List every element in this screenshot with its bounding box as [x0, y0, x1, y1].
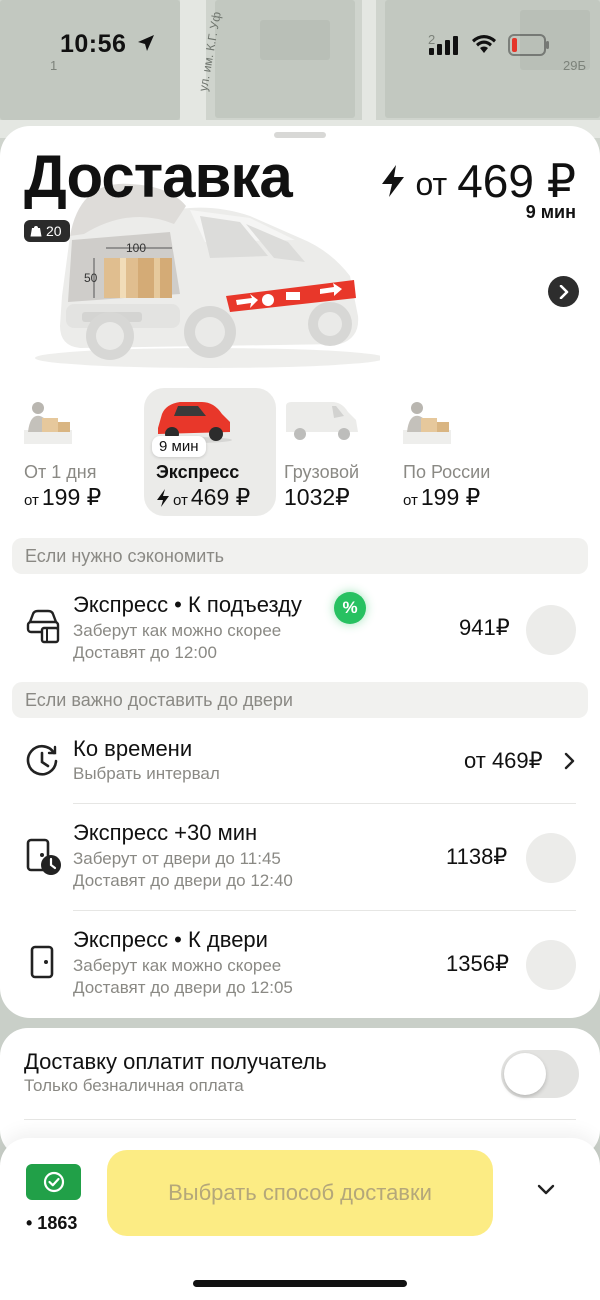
tariff-russia[interactable]: По России от 199 ₽: [391, 388, 523, 516]
option-radio[interactable]: [526, 605, 576, 655]
tariff-price: от 469 ₽: [156, 484, 250, 511]
card-number-suffix: • 1863: [26, 1213, 78, 1233]
door-icon: [30, 945, 54, 979]
option-subtitle: Доставят до 12:00: [73, 643, 217, 662]
lightning-icon: [157, 488, 169, 507]
option-title: Экспресс • К двери: [73, 927, 268, 952]
option-price: 941₽: [459, 615, 510, 640]
courier-boxes-icon: [403, 402, 451, 444]
toggle-knob: [504, 1053, 546, 1095]
wifi-icon: [472, 35, 496, 53]
weight-icon: [30, 226, 42, 237]
tariff-eta-badge: 9 мин: [152, 436, 206, 457]
option-subtitle: Заберут как можно скорее: [73, 621, 282, 640]
svg-text:50: 50: [84, 271, 98, 285]
group-header-save: Если нужно сэкономить: [12, 538, 588, 574]
cellular-signal-icon: [429, 36, 458, 55]
home-indicator: [193, 1280, 407, 1287]
status-time: 10:56: [60, 30, 127, 58]
option-subtitle: Заберут как можно скорее: [73, 956, 282, 975]
chevron-right-icon: [559, 284, 568, 299]
chevron-down-icon[interactable]: [533, 1182, 559, 1198]
tariff-price: 1032₽: [284, 484, 350, 511]
tariff-price-value: 199 ₽: [420, 484, 481, 510]
tariff-price-prefix: от: [173, 492, 188, 509]
recipient-pays-toggle[interactable]: [501, 1050, 579, 1098]
tariff-price: от 199 ₽: [403, 484, 480, 511]
tariff-price: от 199 ₽: [24, 484, 101, 511]
option-price: 1356₽: [446, 951, 509, 976]
option-subtitle: Выбрать интервал: [73, 764, 220, 783]
car-entrance-icon: [26, 609, 60, 644]
hero-next-button[interactable]: [548, 276, 579, 307]
group-header-door: Если важно доставить до двери: [12, 682, 588, 718]
lightning-icon: [382, 165, 405, 197]
option-radio[interactable]: [526, 940, 576, 990]
payment-method-button[interactable]: [26, 1164, 81, 1200]
tariff-price-value: 199 ₽: [41, 484, 102, 510]
clock-icon: [26, 744, 58, 776]
hero-price-prefix: от: [415, 166, 448, 202]
door-clock-icon: [26, 838, 61, 875]
recipient-pays-title: Доставку оплатит получатель: [24, 1049, 327, 1074]
option-express-entrance[interactable]: Экспресс • К подъезду % Заберут как можн…: [0, 582, 600, 678]
hero-price-value: 469 ₽: [457, 155, 576, 207]
option-title: Ко времени: [73, 736, 193, 761]
van-icon: [286, 402, 358, 440]
tariff-name: От 1 дня: [24, 462, 97, 482]
tariff-price-value: 469 ₽: [190, 484, 251, 510]
option-express-door[interactable]: Экспресс • К двери Заберут как можно ско…: [0, 911, 600, 1015]
tariff-name: Грузовой: [284, 462, 360, 482]
tariff-name: По России: [403, 462, 491, 482]
recipient-pays-subtitle: Только безналичная оплата: [24, 1076, 244, 1095]
tariff-price-value: 1032₽: [284, 484, 350, 510]
svg-text:100: 100: [126, 241, 146, 255]
option-title: Экспресс • К подъезду: [73, 592, 302, 617]
tariff-price-prefix: от: [24, 492, 39, 509]
status-bar: 10:56: [0, 0, 600, 90]
discount-badge: %: [334, 592, 366, 624]
select-delivery-method-button[interactable]: Выбрать способ доставки: [107, 1150, 493, 1236]
battery-low-icon: [508, 34, 549, 56]
option-price: от 469₽: [464, 748, 543, 773]
option-price: 1138₽: [446, 844, 508, 869]
option-subtitle: Доставят до двери до 12:05: [73, 978, 293, 997]
option-by-time[interactable]: Ко времени Выбрать интервал от 469₽: [0, 726, 600, 804]
option-radio[interactable]: [526, 833, 576, 883]
tariff-price-prefix: от: [403, 492, 418, 509]
hero-eta: 9 мин: [525, 202, 576, 222]
tariff-name: Экспресс: [156, 462, 240, 482]
option-title: Экспресс +30 мин: [73, 820, 258, 845]
page-title: Доставка: [24, 143, 293, 210]
tariff-express[interactable]: 9 мин Экспресс от 469 ₽: [144, 388, 276, 516]
weight-value: 20: [46, 223, 62, 239]
option-subtitle: Заберут от двери до 11:45: [73, 849, 281, 868]
tariff-cargo[interactable]: Грузовой 1032₽: [272, 388, 404, 516]
weight-badge: 20: [24, 220, 70, 242]
check-circle-icon: [43, 1171, 64, 1193]
card-divider: [24, 1119, 576, 1120]
option-subtitle: Доставят до двери до 12:40: [73, 871, 293, 890]
option-express-30[interactable]: Экспресс +30 мин Заберут от двери до 11:…: [0, 804, 600, 911]
delivery-sheet: 100 50 Доставка от 469 ₽ 9 мин 20 От 1 д…: [0, 126, 600, 1018]
bottom-action-bar: • 1863 Выбрать способ доставки: [0, 1138, 600, 1300]
chevron-right-icon: [564, 752, 575, 770]
sheet-grabber[interactable]: [274, 132, 326, 138]
location-arrow-icon: [138, 35, 154, 51]
tariff-from-1-day[interactable]: От 1 дня от 199 ₽: [12, 388, 144, 516]
courier-boxes-icon: [24, 402, 72, 444]
